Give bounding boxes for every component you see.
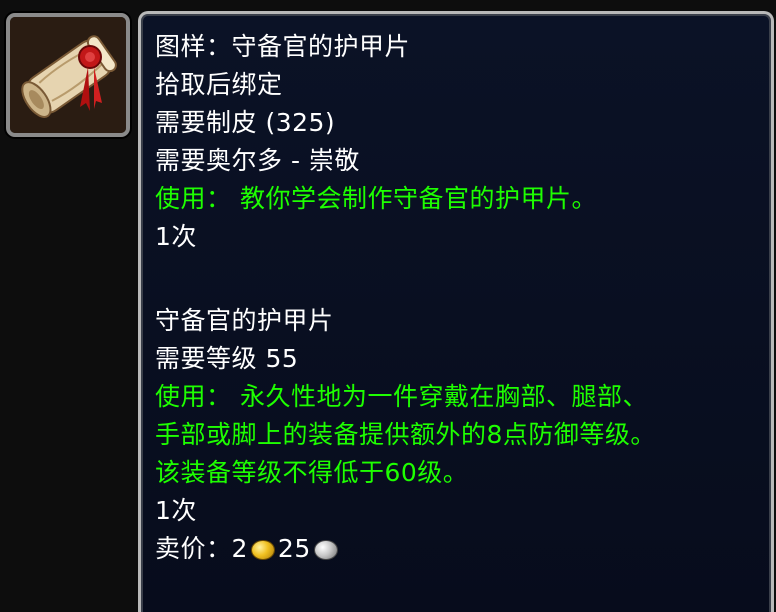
scroll-icon: [10, 17, 126, 133]
binding-text: 拾取后绑定: [155, 70, 283, 99]
charges-text: 1次: [155, 222, 197, 251]
created-item-use-line: 手部或脚上的装备提供额外的8点防御等级。: [155, 420, 656, 449]
sell-price-silver: 25: [277, 534, 311, 563]
sell-price: 卖价：2 25: [155, 530, 761, 568]
gold-coin-icon: [251, 541, 274, 559]
item-tooltip: 图样：守备官的护甲片 拾取后绑定 需要制皮 (325) 需要奥尔多 - 崇敬 使…: [138, 11, 774, 612]
created-item-use-line: 使用： 永久性地为一件穿戴在胸部、腿部、: [155, 382, 648, 411]
requires-reputation: 需要奥尔多 - 崇敬: [155, 146, 360, 175]
created-item-use-line: 该装备等级不得低于60级。: [155, 458, 469, 487]
requires-skill: 需要制皮 (325): [155, 108, 336, 137]
created-item-charges: 1次: [155, 496, 197, 525]
item-icon[interactable]: [6, 13, 130, 137]
use-text: 使用： 教你学会制作守备官的护甲片。: [155, 184, 597, 213]
sell-price-gold: 2: [231, 534, 248, 563]
item-title: 图样：守备官的护甲片: [155, 32, 411, 61]
created-item-name: 守备官的护甲片: [155, 306, 334, 335]
tooltip-body: 图样：守备官的护甲片 拾取后绑定 需要制皮 (325) 需要奥尔多 - 崇敬 使…: [155, 28, 761, 568]
silver-coin-icon: [314, 541, 337, 559]
sell-price-label: 卖价：: [155, 534, 232, 563]
created-item-requires-level: 需要等级 55: [155, 344, 299, 373]
